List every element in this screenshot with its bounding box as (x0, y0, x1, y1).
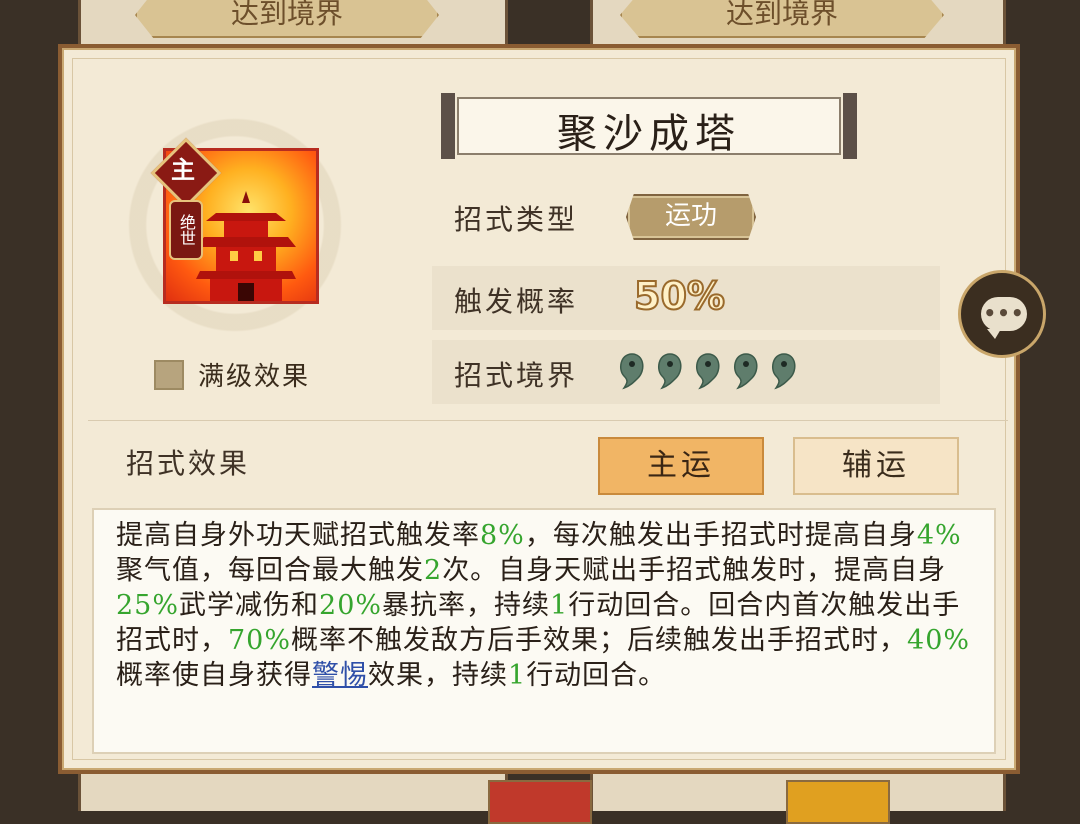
description-text: 暴抗率，持续 (382, 590, 551, 621)
trigger-rate-value: 50% (633, 273, 726, 319)
attribute-row-realm: 招式境界 (432, 340, 940, 404)
realm-drop-icon (618, 352, 646, 390)
main-skill-badge: 主 (150, 137, 222, 209)
trigger-label: 触发概率 (454, 285, 579, 318)
highlight-value: 20% (319, 590, 383, 621)
tab-auxiliary[interactable]: 辅运 (793, 437, 959, 495)
tab-main[interactable]: 主运 (598, 437, 764, 495)
highlight-value: 2 (424, 555, 443, 586)
highlight-value: 8% (480, 520, 525, 551)
highlight-value: 25% (116, 590, 180, 621)
background-skill-thumbnail (786, 780, 890, 824)
highlight-value: 40% (907, 625, 971, 656)
realm-drop-icon (770, 352, 798, 390)
attribute-row-trigger: 触发概率 50% (432, 266, 940, 330)
background-skill-thumbnail (488, 780, 592, 824)
description-text: 行动回合。 (526, 660, 667, 691)
skill-name: 聚沙成塔 (557, 111, 741, 157)
background-realm-tag: 达到境界 (620, 0, 944, 38)
attribute-row-type: 招式类型 运功 (432, 184, 940, 248)
realm-label: 招式境界 (454, 359, 579, 392)
tier-badge: 绝世 (169, 200, 203, 260)
description-text: ，每次触发出手招式时提高自身 (524, 520, 917, 551)
main-badge-label: 主 (171, 155, 195, 184)
realm-drop-icon (732, 352, 760, 390)
description-text: 概率不触发敌方后手效果；后续触发出手招式时， (291, 625, 908, 656)
realm-drop-icon (656, 352, 684, 390)
skill-title-plate: 聚沙成塔 (441, 93, 857, 159)
keyword-link[interactable]: 警惕 (312, 660, 368, 691)
max-level-toggle[interactable]: 满级效果 (154, 356, 310, 393)
description-text: 效果，持续 (368, 660, 508, 691)
skill-type-tag: 运功 (626, 194, 756, 240)
effect-description: 提高自身外功天赋招式触发率8%，每次触发出手招式时提高自身4% 聚气值，每回合最大… (116, 518, 978, 693)
highlight-value: 4% (916, 520, 962, 551)
description-text: 武学减伤和 (179, 590, 320, 621)
highlight-value: 70% (228, 625, 292, 656)
max-level-label: 满级效果 (198, 362, 311, 392)
description-text: 聚气值，每回合最大触发 (116, 555, 424, 586)
highlight-value: 1 (550, 590, 569, 621)
highlight-value: 1 (508, 660, 527, 691)
type-label: 招式类型 (454, 203, 579, 236)
description-text: 概率使自身获得 (116, 660, 312, 691)
effect-header: 招式效果 (126, 447, 251, 480)
realm-level-indicator (618, 352, 798, 390)
comment-button[interactable]: ••• (958, 270, 1046, 358)
description-text: 次。自身天赋出手招式触发时，提高自身 (442, 555, 947, 586)
chat-bubble-icon: ••• (981, 297, 1027, 339)
section-divider (88, 420, 1008, 421)
effect-description-box: 提高自身外功天赋招式触发率8%，每次触发出手招式时提高自身4% 聚气值，每回合最大… (92, 508, 996, 754)
realm-drop-icon (694, 352, 722, 390)
max-level-checkbox[interactable] (154, 359, 184, 390)
background-realm-tag: 达到境界 (135, 0, 439, 38)
pagoda-icon (196, 191, 296, 301)
description-text: 提高自身外功天赋招式触发率 (116, 520, 480, 551)
